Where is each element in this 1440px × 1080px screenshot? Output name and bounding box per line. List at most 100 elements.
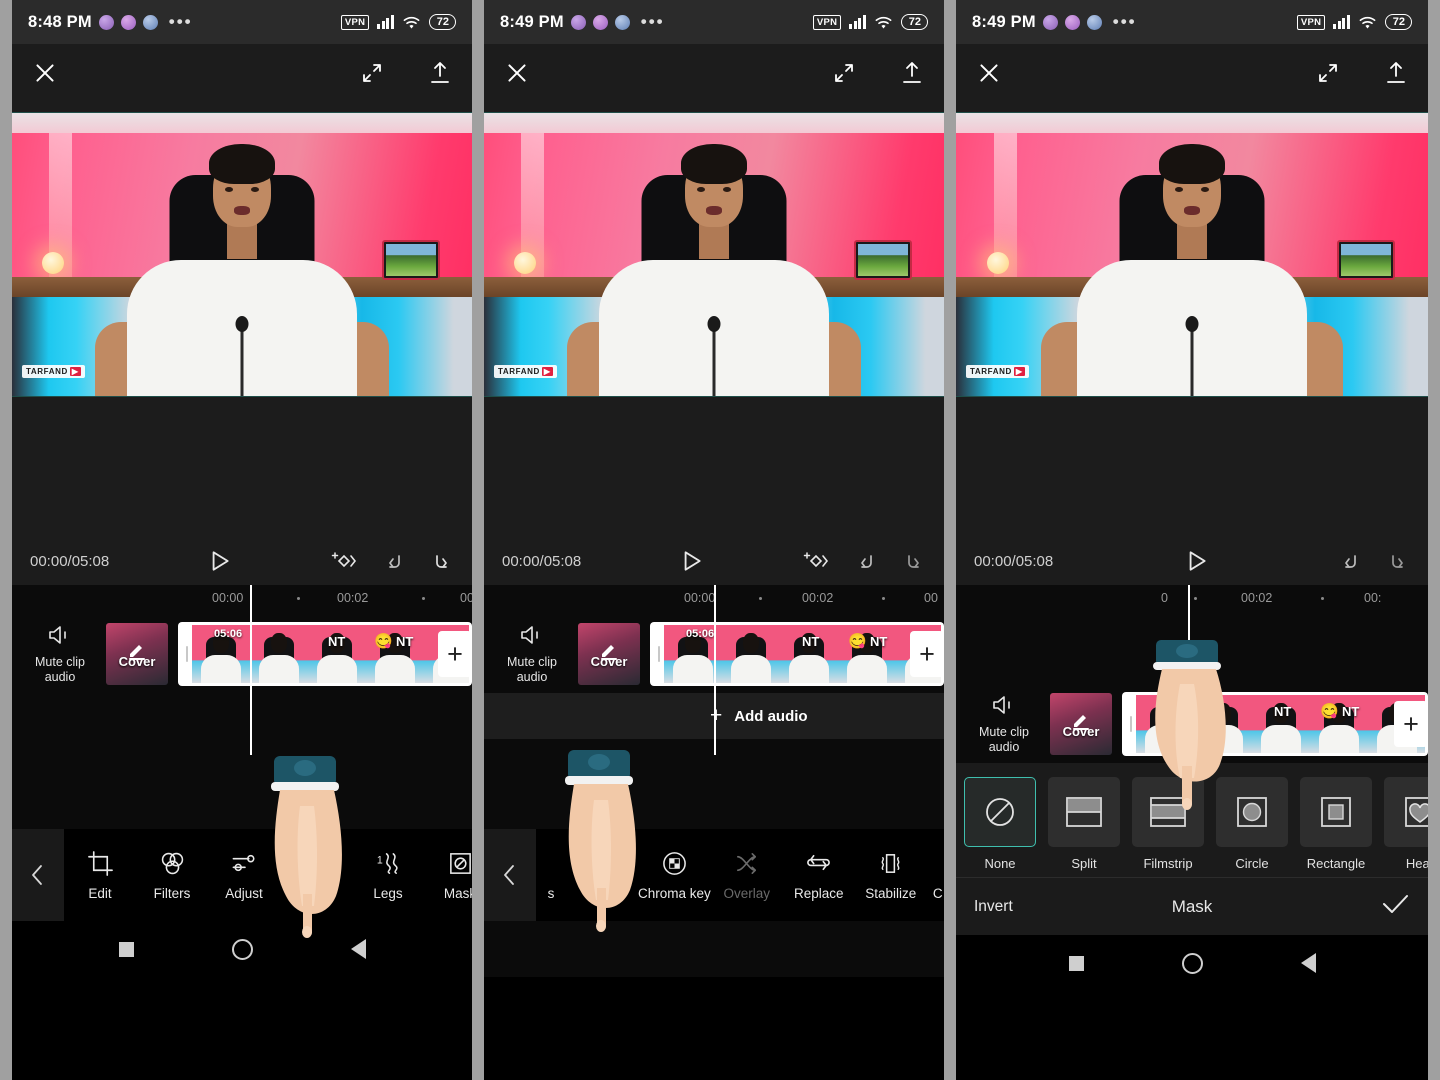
toolbar-back-button[interactable] [484,829,536,921]
tool-overlay[interactable]: Overlay [711,849,783,901]
frame-overlay-text-1: NT [802,633,820,649]
emoji-overlay-icon: 😋 [1320,703,1339,721]
tool-mask[interactable]: Mask [566,849,638,901]
square-icon[interactable] [1068,955,1084,971]
more-notifications-icon: ••• [640,12,665,31]
clip-trim-handle-left[interactable] [181,625,192,683]
mask-options-row[interactable]: None Split Filmstrip Circle Rectangle He… [956,763,1428,877]
undo-icon[interactable] [1338,549,1362,573]
fullscreen-icon[interactable] [1316,61,1340,85]
tool-beauty[interactable]: Beauty [280,849,352,901]
mask-option-split[interactable]: Split [1048,777,1120,871]
bottom-toolbar: s Mask Chroma key Overlay Replace Stabil… [484,829,944,921]
tool-stabilize[interactable]: Stabilize [855,849,927,901]
timeline-track-row[interactable]: Mute clip audio Cover 05:06 NT 😋 NT + [484,585,944,755]
tool-legs[interactable]: 1 Legs [352,849,424,901]
add-clip-button[interactable]: + [910,631,944,677]
fullscreen-icon[interactable] [360,61,384,85]
tool-edit[interactable]: Edit [64,849,136,901]
timeline-track-row[interactable]: Mute clip audio Cover 05:06 NT 😋 NT + [12,585,472,755]
square-icon[interactable] [118,941,134,957]
watermark: TARFAND ▶ [22,365,85,378]
video-preview[interactable]: TARFAND ▶ [484,112,944,397]
mute-clip-audio-button[interactable]: Mute clip audio [492,624,572,685]
redo-icon[interactable] [1386,549,1410,573]
close-icon[interactable] [976,60,1002,86]
playhead[interactable] [250,585,252,755]
export-icon[interactable] [1384,60,1408,86]
mask-option-filmstrip[interactable]: Filmstrip [1132,777,1204,871]
editor-top-bar [12,44,472,102]
replace-icon [805,849,832,877]
tool-mask[interactable]: Mask [424,849,472,901]
redo-icon[interactable] [902,549,926,573]
undo-icon[interactable] [854,549,878,573]
mute-clip-audio-label: Mute clip audio [978,724,1030,754]
timeline[interactable]: 00:00 00:02 00 Mute clip audio Cover 05:… [484,585,944,829]
tool-partial-left[interactable]: s [536,849,566,901]
ceiling [12,113,472,133]
video-clip[interactable]: 05:06 NT 😋 NT + [178,622,472,686]
clip-trim-handle-left[interactable] [653,625,664,683]
preview-wrapper: TARFAND ▶ [956,102,1428,397]
play-icon[interactable] [1183,548,1209,574]
notification-icon-3 [614,14,630,30]
export-icon[interactable] [428,60,452,86]
mask-option-none[interactable]: None [964,777,1036,871]
play-icon[interactable] [206,548,232,574]
playback-controls: 00:00/05:08 [956,537,1428,585]
timeline[interactable]: 0 00:02 00: Mute clip audio Cover NT 😋 N… [956,585,1428,765]
preview-bottom-gap [484,397,944,537]
tool-label: Mask [585,886,619,901]
timeline-track-row[interactable]: Mute clip audio Cover NT 😋 NT + [956,585,1428,765]
tool-filters[interactable]: Filters [136,849,208,901]
circle-icon[interactable] [1181,952,1203,974]
watermark-badge: ▶ [541,367,553,376]
microphone-icon [1185,316,1199,396]
triangle-back-icon[interactable] [1300,953,1316,973]
undo-icon[interactable] [382,549,406,573]
mute-clip-audio-button[interactable]: Mute clip audio [964,694,1044,755]
keyframe-icon[interactable] [800,548,830,574]
mask-option-rectangle[interactable]: Rectangle [1300,777,1372,871]
legs-icon: 1 [375,849,402,877]
close-icon[interactable] [504,60,530,86]
hair [209,144,275,185]
toolbar-back-button[interactable] [12,829,64,921]
mask-option-heart[interactable]: Hear [1384,777,1428,871]
mute-clip-audio-button[interactable]: Mute clip audio [20,624,100,685]
triangle-back-icon[interactable] [350,939,366,959]
watermark: TARFAND ▶ [494,365,557,378]
export-icon[interactable] [900,60,924,86]
cover-button[interactable]: Cover [106,623,168,685]
video-preview[interactable]: TARFAND ▶ [956,112,1428,397]
panel-3: 8:49 PM ••• VPN 72 TARFAND ▶ 00:00/05:08… [956,0,1428,1080]
tool-chroma-key[interactable]: Chroma key [638,849,711,901]
video-clip[interactable]: NT 😋 NT + [1122,692,1428,756]
notification-icon-2 [120,14,136,30]
video-clip[interactable]: 05:06 NT 😋 NT + [650,622,944,686]
playhead[interactable] [1188,585,1190,765]
circle-icon[interactable] [231,938,253,960]
check-icon[interactable] [1380,892,1410,921]
redo-icon[interactable] [430,549,454,573]
timeline[interactable]: 00:00 00:02 00: Mute clip audio Cover [12,585,472,829]
close-icon[interactable] [32,60,58,86]
mask-option-circle[interactable]: Circle [1216,777,1288,871]
filmstrip-mask-icon [1132,777,1204,847]
cover-button[interactable]: Cover [1050,693,1112,755]
clip-trim-handle-left[interactable] [1125,695,1136,753]
tool-adjust[interactable]: Adjust [208,849,280,901]
invert-button[interactable]: Invert [974,898,1013,916]
fullscreen-icon[interactable] [832,61,856,85]
keyframe-icon[interactable] [328,548,358,574]
tool-label: Edit [88,886,112,901]
cover-button[interactable]: Cover [578,623,640,685]
video-preview[interactable]: TARFAND ▶ [12,112,472,397]
play-icon[interactable] [678,548,704,574]
tool-partial-right[interactable]: C [927,849,944,901]
tool-replace[interactable]: Replace [783,849,855,901]
add-clip-button[interactable]: + [438,631,472,677]
playhead[interactable] [714,585,716,755]
add-clip-button[interactable]: + [1394,701,1428,747]
